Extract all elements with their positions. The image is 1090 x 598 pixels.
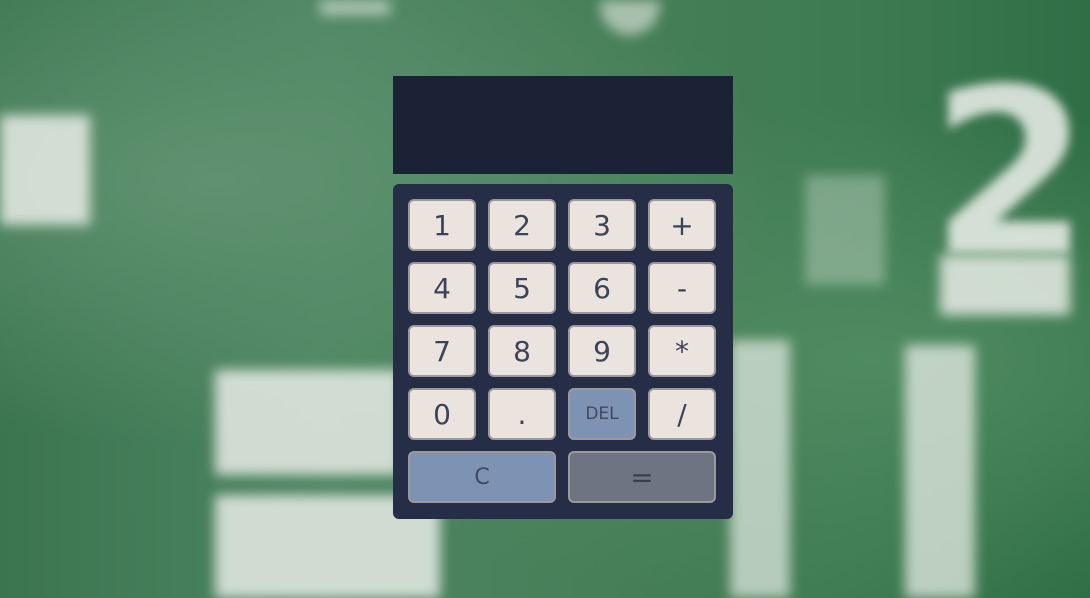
key-0[interactable]: 0 — [408, 388, 476, 440]
key-7[interactable]: 7 — [408, 325, 476, 377]
key-5[interactable]: 5 — [488, 262, 556, 314]
key-6[interactable]: 6 — [568, 262, 636, 314]
key-plus[interactable]: + — [648, 199, 716, 251]
key-4[interactable]: 4 — [408, 262, 476, 314]
chalk-mark — [0, 115, 90, 225]
key-2[interactable]: 2 — [488, 199, 556, 251]
key-divide[interactable]: / — [648, 388, 716, 440]
chalk-mark — [215, 370, 400, 475]
key-9[interactable]: 9 — [568, 325, 636, 377]
calculator-keypad: 1 2 3 + 4 5 6 - 7 8 9 * 0 . DEL / C = — [393, 184, 733, 519]
chalk-mark — [905, 345, 975, 598]
chalk-mark — [600, 0, 660, 35]
chalk-mark — [805, 175, 885, 285]
key-8[interactable]: 8 — [488, 325, 556, 377]
chalk-mark — [730, 340, 790, 598]
key-multiply[interactable]: * — [648, 325, 716, 377]
chalk-mark — [940, 255, 1070, 315]
key-decimal[interactable]: . — [488, 388, 556, 440]
calculator-display — [393, 76, 733, 174]
key-3[interactable]: 3 — [568, 199, 636, 251]
chalk-mark — [320, 0, 390, 15]
key-minus[interactable]: - — [648, 262, 716, 314]
key-1[interactable]: 1 — [408, 199, 476, 251]
clear-button[interactable]: C — [408, 451, 556, 503]
equals-button[interactable]: = — [568, 451, 716, 503]
delete-button[interactable]: DEL — [568, 388, 636, 440]
